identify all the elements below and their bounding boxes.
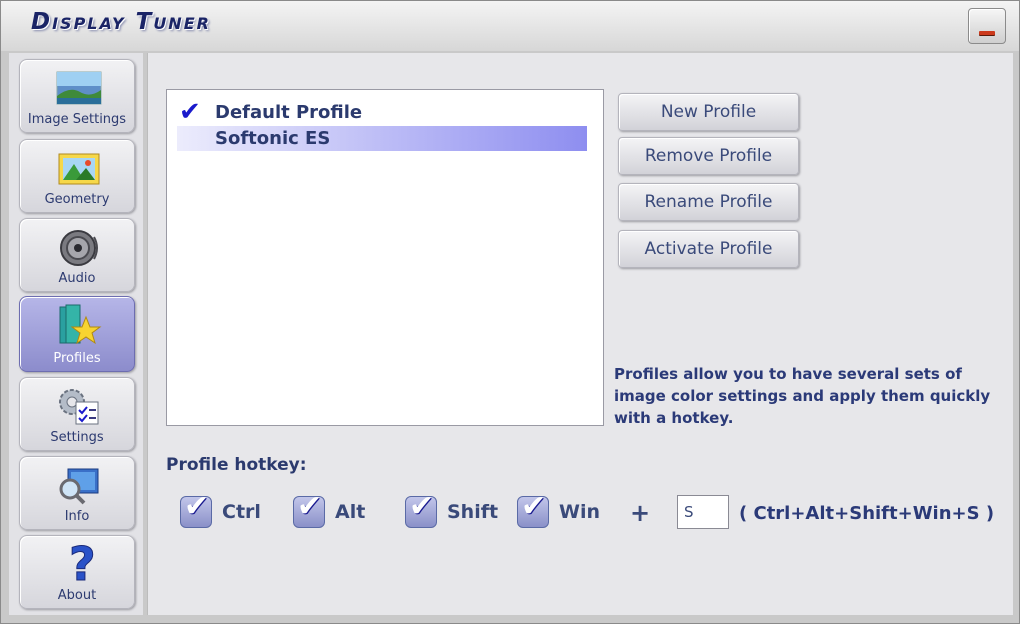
speaker-icon [56, 227, 102, 269]
sidebar-item-label: Image Settings [27, 112, 127, 127]
check-icon: ✔ [297, 489, 323, 524]
checkbox-label: Alt [335, 501, 366, 523]
hotkey-label: Profile hotkey: [166, 455, 307, 475]
sidebar-item-label: Profiles [53, 351, 101, 366]
profile-list[interactable]: ✔ Default Profile Softonic ES [166, 89, 604, 426]
hotkey-combination: ( Ctrl+Alt+Shift+Win+S ) [739, 503, 995, 524]
sidebar-item-settings[interactable]: Settings [19, 377, 135, 451]
profile-name: Default Profile [215, 102, 363, 123]
minimize-icon [979, 31, 995, 35]
info-magnifier-icon [56, 465, 102, 507]
remove-profile-button[interactable]: Remove Profile [618, 137, 799, 175]
activate-profile-button[interactable]: Activate Profile [618, 230, 799, 268]
profiles-panel: ✔ Default Profile Softonic ES New Profil… [147, 53, 1013, 615]
list-item[interactable]: ✔ Default Profile [177, 97, 587, 127]
sidebar: Image Settings Geometry Audio Profiles S… [9, 53, 143, 615]
checkbox-label: Win [559, 501, 600, 523]
question-mark-icon: ? [60, 537, 106, 592]
geometry-icon [56, 148, 102, 190]
new-profile-button[interactable]: New Profile [618, 93, 799, 131]
sidebar-item-info[interactable]: Info [19, 456, 135, 530]
image-settings-icon [56, 68, 102, 110]
profiles-star-icon [56, 303, 102, 345]
sidebar-item-audio[interactable]: Audio [19, 218, 135, 292]
profile-name: Softonic ES [215, 128, 331, 149]
svg-text:?: ? [69, 540, 96, 588]
check-icon: ✔ [409, 489, 435, 524]
sidebar-item-profiles[interactable]: Profiles [19, 296, 135, 372]
rename-profile-button[interactable]: Rename Profile [618, 183, 799, 221]
minimize-button[interactable] [968, 8, 1006, 44]
sidebar-item-geometry[interactable]: Geometry [19, 139, 135, 213]
checkbox-label: Shift [447, 501, 499, 523]
app-title: Display Tuner [31, 9, 211, 35]
title-bar[interactable]: Display Tuner [1, 1, 1019, 51]
sidebar-item-label: Audio [58, 271, 96, 286]
check-icon: ✔ [184, 489, 210, 524]
active-check-icon: ✔ [179, 97, 201, 127]
list-item[interactable]: Softonic ES [177, 126, 587, 151]
sidebar-item-label: Settings [50, 430, 104, 445]
checkbox-label: Ctrl [222, 501, 261, 523]
sidebar-item-image-settings[interactable]: Image Settings [19, 59, 135, 133]
sidebar-item-label: About [57, 588, 97, 603]
settings-gear-icon [56, 386, 102, 428]
sidebar-item-label: Geometry [44, 192, 110, 207]
hotkey-key-input[interactable] [677, 495, 729, 529]
sidebar-item-about[interactable]: ? About [19, 535, 135, 609]
plus-sign: + [630, 499, 651, 527]
profiles-description: Profiles allow you to have several sets … [614, 365, 991, 427]
sidebar-item-label: Info [64, 509, 90, 524]
app-window: Display Tuner Image Settings Geometry Au… [0, 0, 1020, 624]
check-icon: ✔ [521, 489, 547, 524]
